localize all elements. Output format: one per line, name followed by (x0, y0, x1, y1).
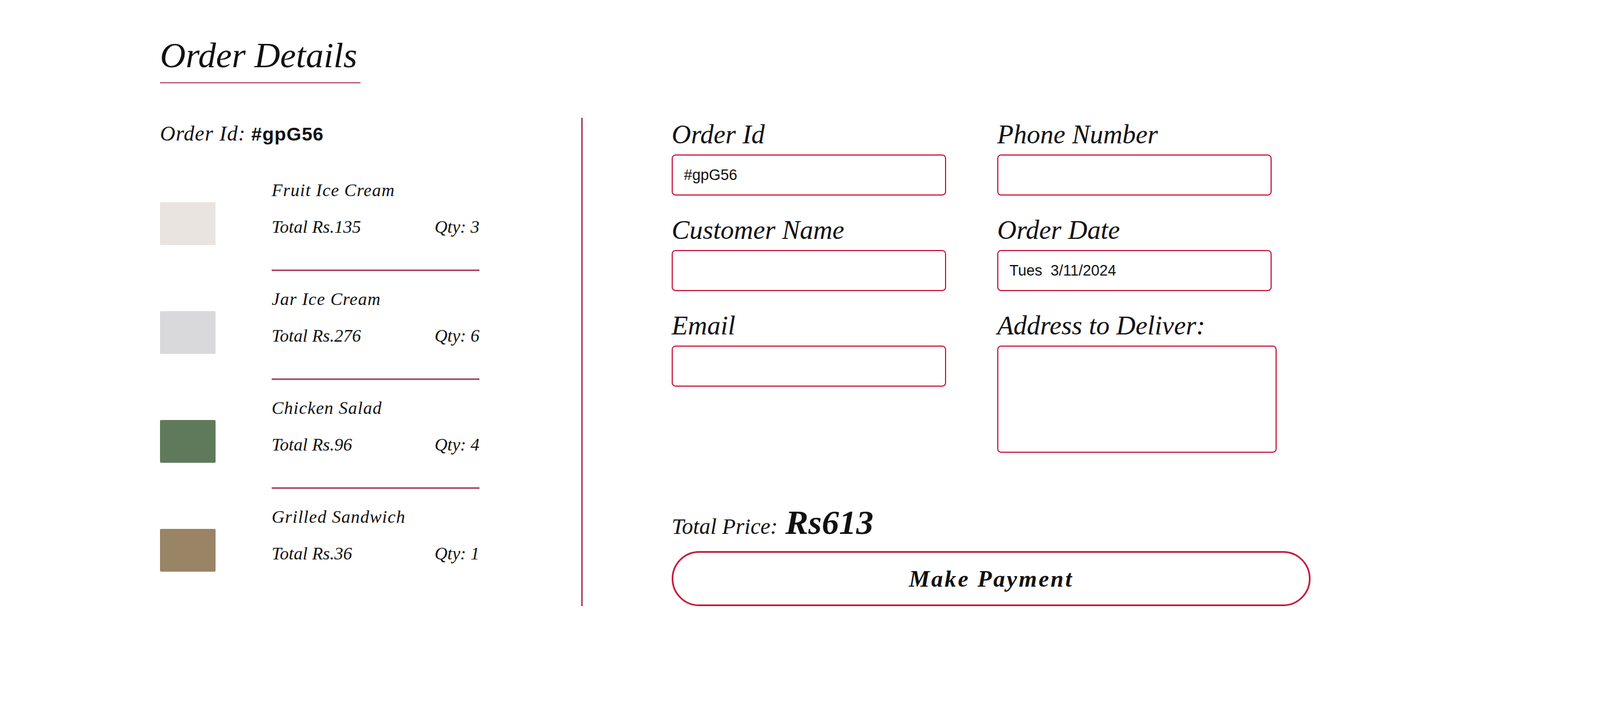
field-input[interactable] (997, 250, 1272, 292)
order-page: Order Details Order Id:#gpG56 Fruit Ice Cr… (0, 0, 1600, 715)
item-qty: Qty: 3 (434, 212, 480, 241)
item-photo (160, 420, 216, 463)
field-input[interactable] (997, 154, 1272, 196)
payment-button[interactable]: Make Payment (671, 551, 1311, 607)
form-field: Address to Deliver: (997, 308, 1277, 453)
field-label: Order Id (671, 117, 947, 152)
order-id-line: Order Id:#gpG56 (160, 119, 582, 148)
item-total: Total Rs.96 (271, 430, 353, 459)
item-qty: Qty: 4 (434, 430, 480, 459)
form-field: Email (671, 308, 947, 387)
item-row: Total Rs.36 Qty: 1 (271, 539, 480, 568)
order-id-value: #gpG56 (251, 120, 324, 148)
order-item: Chicken Salad Total Rs.96 Qty: 4 (160, 393, 480, 489)
item-photo (160, 202, 216, 245)
item-total: Total Rs.36 (271, 539, 353, 568)
order-id-label: Order Id: (160, 119, 246, 148)
item-body: Jar Ice Cream Total Rs.276 Qty: 6 (271, 285, 480, 380)
item-name: Chicken Salad (271, 393, 480, 422)
item-qty: Qty: 1 (434, 539, 480, 568)
form-field: Order Date (997, 213, 1277, 292)
order-item: Grilled Sandwich Total Rs.36 Qty: 1 (160, 502, 480, 572)
item-photo (160, 311, 216, 354)
page-title: Order Details (160, 33, 361, 84)
order-summary: Order Id:#gpG56 Fruit Ice Cream Total Rs.1… (160, 117, 583, 607)
field-input[interactable] (671, 154, 947, 196)
form-field: Customer Name (671, 213, 947, 292)
field-label: Phone Number (997, 117, 1277, 152)
item-name: Grilled Sandwich (271, 502, 480, 531)
total-price: Total Price:Rs613 (671, 502, 1317, 547)
total-label: Total Price: (671, 507, 778, 547)
order-form: Order Id Phone Number Customer Name Order D… (582, 117, 1317, 607)
item-total: Total Rs.135 (271, 212, 362, 241)
item-body: Fruit Ice Cream Total Rs.135 Qty: 3 (271, 176, 480, 272)
item-row: Total Rs.135 Qty: 3 (271, 212, 480, 241)
field-label: Customer Name (671, 213, 947, 247)
item-name: Fruit Ice Cream (271, 176, 480, 204)
order-item: Fruit Ice Cream Total Rs.135 Qty: 3 (160, 176, 480, 272)
item-total: Total Rs.276 (271, 321, 362, 350)
order-main: Order Id:#gpG56 Fruit Ice Cream Total Rs.1… (160, 117, 1600, 607)
item-name: Jar Ice Cream (271, 285, 480, 313)
item-qty: Qty: 6 (434, 321, 480, 350)
form-field: Order Id (671, 117, 947, 196)
field-label: Email (671, 308, 947, 343)
field-input[interactable] (671, 250, 947, 292)
field-input[interactable] (671, 345, 947, 387)
field-textarea[interactable] (997, 345, 1277, 453)
form-grid: Order Id Phone Number Customer Name Order D… (671, 117, 1317, 453)
total-value: Rs613 (785, 502, 874, 542)
item-body: Chicken Salad Total Rs.96 Qty: 4 (271, 393, 480, 489)
field-label: Address to Deliver: (997, 308, 1277, 343)
item-body: Grilled Sandwich Total Rs.36 Qty: 1 (271, 502, 480, 572)
order-item: Jar Ice Cream Total Rs.276 Qty: 6 (160, 285, 480, 380)
field-label: Order Date (997, 213, 1277, 247)
item-list: Fruit Ice Cream Total Rs.135 Qty: 3 Jar Ice… (160, 176, 480, 572)
item-photo (160, 528, 216, 572)
form-field: Phone Number (997, 117, 1277, 196)
item-row: Total Rs.276 Qty: 6 (271, 321, 480, 350)
item-row: Total Rs.96 Qty: 4 (271, 430, 480, 459)
